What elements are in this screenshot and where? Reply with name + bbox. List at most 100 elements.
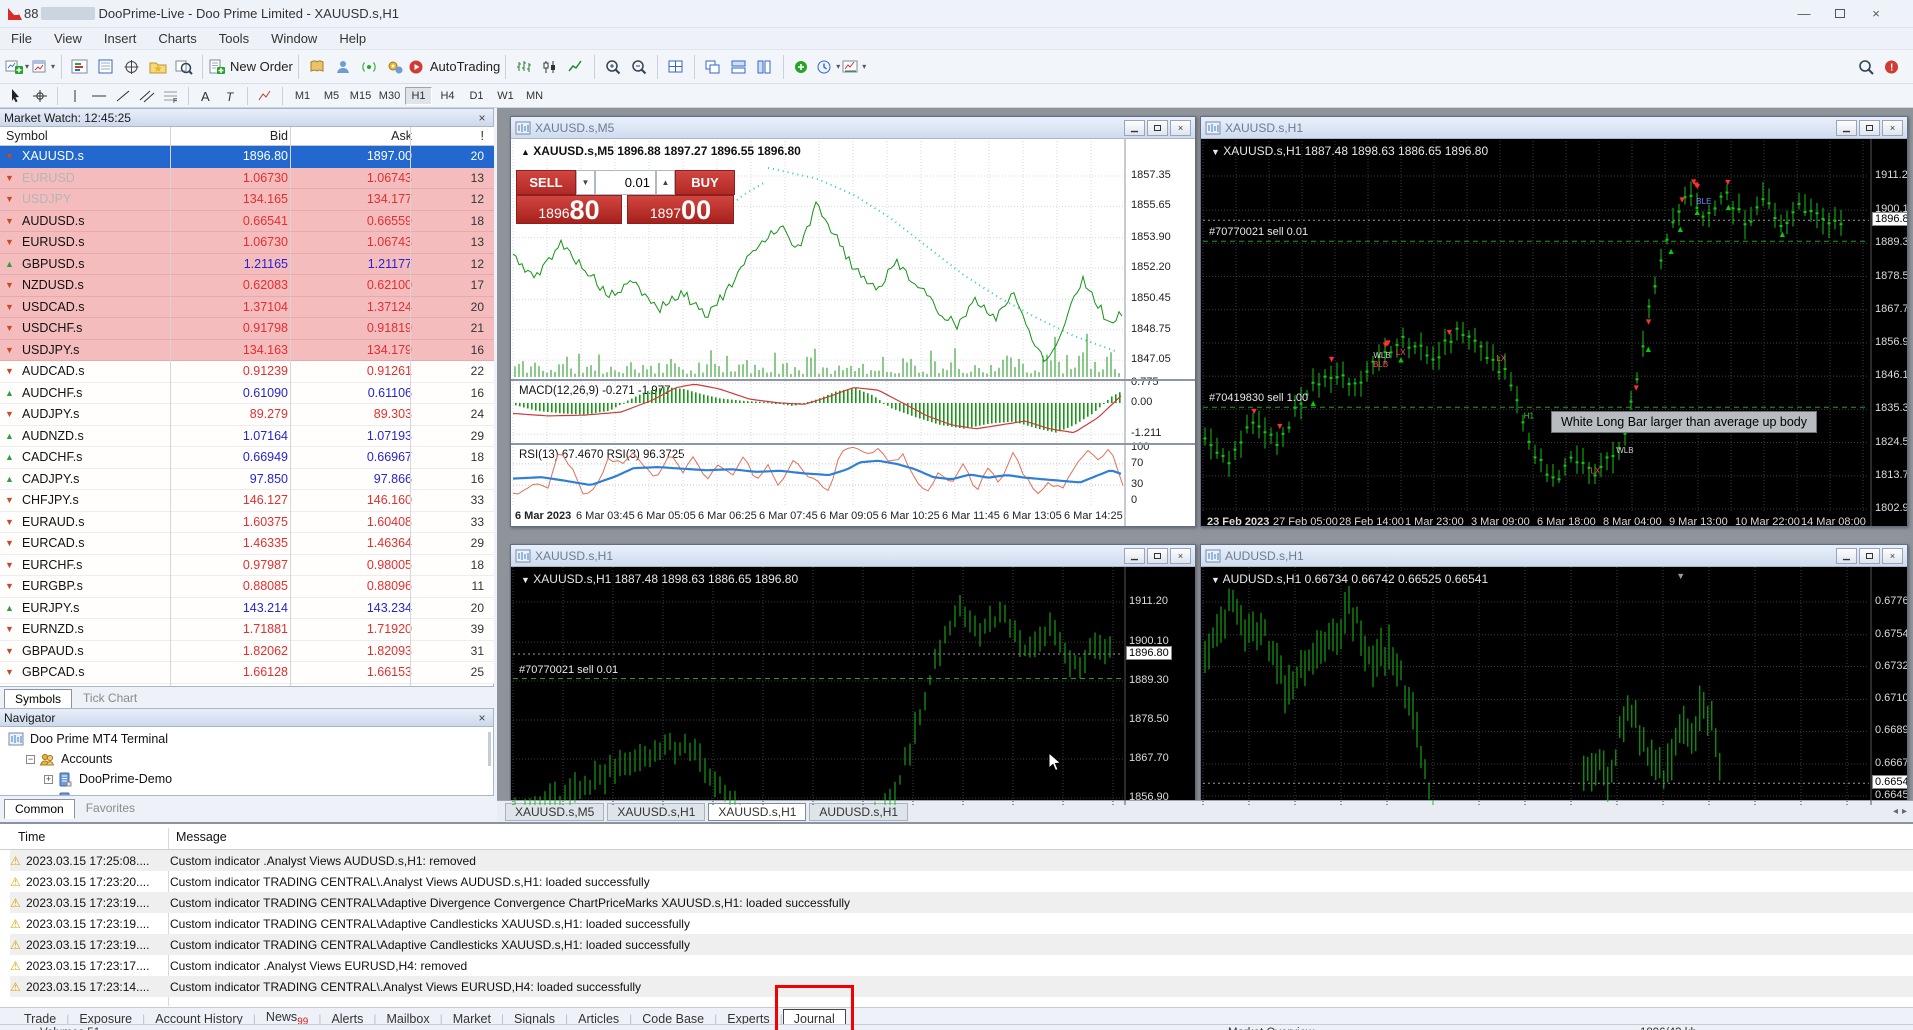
buy-button[interactable]: BUY [675, 170, 735, 195]
toolbar-new-chart[interactable]: ▾ [4, 53, 30, 81]
timeframe-mn[interactable]: MN [521, 87, 548, 105]
chart-window-xauusd-h1-top[interactable]: XAUUSD.s,H1 ▁× ▼ XAUUSD.s,H1 1887.48 189… [1200, 116, 1908, 527]
tab-tick-chart[interactable]: Tick Chart [72, 688, 148, 708]
symbol-row-gbpcad.s[interactable]: ▼GBPCAD.s1.661281.6615325 [0, 662, 494, 684]
toolbar-cascade[interactable] [700, 53, 726, 81]
chart-close-button[interactable]: × [1882, 548, 1903, 564]
toolbar-autotrading[interactable]: AutoTrading [408, 53, 500, 81]
nav-item-doo-prime-mt4-terminal[interactable]: Doo Prime MT4 Terminal [8, 729, 168, 749]
timeframe-h4[interactable]: H4 [434, 87, 461, 105]
chart-plot-area[interactable]: ▼ XAUUSD.s,H1 1887.48 1898.63 1886.65 18… [1201, 139, 1907, 526]
toolbar-chart-bars[interactable] [511, 53, 537, 81]
menu-help[interactable]: Help [328, 29, 377, 48]
chart-window-titlebar[interactable]: XAUUSD.s,H1 ▁× [511, 545, 1195, 567]
symbol-row-usdjpy[interactable]: ▼USDJPY134.165134.17712 [0, 189, 494, 211]
tool-text[interactable]: A [194, 86, 218, 106]
expand-icon[interactable]: + [44, 775, 53, 784]
symbol-row-nzdusd.s[interactable]: ▼NZDUSD.s0.620830.6210017 [0, 275, 494, 297]
menu-charts[interactable]: Charts [147, 29, 207, 48]
symbol-row-eurchf.s[interactable]: ▼EURCHF.s0.979870.9800518 [0, 555, 494, 577]
chart-window-titlebar[interactable]: XAUUSD.s,H1 ▁× [1201, 117, 1907, 139]
column-header-bid[interactable]: Bid [270, 129, 288, 143]
column-header-message[interactable]: Message [176, 830, 227, 844]
toolbar-indicators[interactable] [789, 53, 815, 81]
chart-restore-button[interactable] [1147, 120, 1168, 136]
chart-tab-0-xauusd-s-m5[interactable]: XAUUSD.s,M5 [505, 803, 604, 821]
toolbar-expert-advisors[interactable] [304, 53, 330, 81]
order-line-label[interactable]: #70770021 sell 0.01 [519, 664, 618, 676]
toolbar-options[interactable] [382, 53, 408, 81]
tool-cursor[interactable] [4, 86, 28, 106]
chart-tab-2-xauusd-s-h1[interactable]: XAUUSD.s,H1 [708, 803, 806, 821]
symbol-row-eurgbp.s[interactable]: ▼EURGBP.s0.880850.8809611 [0, 576, 494, 598]
nav-item-accounts[interactable]: −Accounts [26, 749, 112, 769]
toolbar-metaeditor[interactable] [330, 53, 356, 81]
toolbar-signals[interactable] [356, 53, 382, 81]
symbol-row-eurusd[interactable]: ▼EURUSD1.067301.0674313 [0, 168, 494, 190]
chart-minimize-button[interactable]: ▁ [1836, 120, 1857, 136]
symbol-row-eurcad.s[interactable]: ▼EURCAD.s1.463351.4636429 [0, 533, 494, 555]
chart-plot-area[interactable]: ▼ AUDUSD.s,H1 0.66734 0.66742 0.66525 0.… [1201, 567, 1907, 805]
window-minimize-button[interactable]: — [1787, 2, 1821, 24]
chart-plot-area[interactable]: ▼ XAUUSD.s,H1 1887.48 1898.63 1886.65 18… [511, 567, 1195, 805]
symbol-row-cadjpy.s[interactable]: ▲CADJPY.s97.85097.86616 [0, 469, 494, 491]
templates-caret[interactable]: ▾ [862, 62, 866, 71]
lot-spinner[interactable]: ▲ [656, 170, 675, 195]
symbol-row-xauusd.s[interactable]: ▼XAUUSD.s1896.801897.0020 [0, 146, 494, 168]
lot-size-field[interactable]: 0.01 [595, 170, 656, 195]
chart-tab-1-xauusd-s-h1[interactable]: XAUUSD.s,H1 [607, 803, 705, 821]
toolbar-search[interactable] [1853, 53, 1879, 81]
symbol-row-audnzd.s[interactable]: ▲AUDNZD.s1.071641.0719329 [0, 426, 494, 448]
sell-button[interactable]: SELL [516, 170, 576, 195]
tab-common[interactable]: Common [4, 799, 75, 819]
chart-restore-button[interactable] [1859, 548, 1880, 564]
profiles-caret[interactable]: ▾ [51, 62, 55, 71]
order-line-label[interactable]: #70770021 sell 0.01 [1209, 226, 1308, 238]
new-chart-caret[interactable]: ▾ [25, 62, 29, 71]
chart-close-button[interactable]: × [1882, 120, 1903, 136]
menu-insert[interactable]: Insert [93, 29, 148, 48]
timeframe-m5[interactable]: M5 [318, 87, 345, 105]
symbol-row-cadchf.s[interactable]: ▲CADCHF.s0.669490.6696718 [0, 447, 494, 469]
toolbar-tile-windows[interactable] [663, 53, 689, 81]
tool-shapes[interactable] [253, 86, 277, 106]
symbol-row-usdcad.s[interactable]: ▼USDCAD.s1.371041.3712420 [0, 297, 494, 319]
toolbar-strategy-tester[interactable] [171, 53, 197, 81]
symbol-row-chfjpy.s[interactable]: ▼CHFJPY.s146.127146.16033 [0, 490, 494, 512]
chart-close-button[interactable]: × [1170, 548, 1191, 564]
lot-dropdown-caret[interactable]: ▼ [576, 170, 595, 195]
menu-window[interactable]: Window [260, 29, 328, 48]
column-header-time[interactable]: Time [18, 830, 45, 844]
chart-tab-3-audusd-s-h1[interactable]: AUDUSD.s,H1 [809, 803, 908, 821]
column-header-symbol[interactable]: Symbol [6, 129, 48, 143]
navigator-close-icon[interactable]: × [475, 711, 489, 725]
symbol-row-audjpy.s[interactable]: ▼AUDJPY.s89.27989.30324 [0, 404, 494, 426]
tab-favorites[interactable]: Favorites [75, 798, 146, 818]
toolbar-chart-line[interactable] [563, 53, 589, 81]
chart-window-titlebar[interactable]: AUDUSD.s,H1 ▁× [1201, 545, 1907, 567]
chart-restore-button[interactable] [1859, 120, 1880, 136]
toolbar-help[interactable]: ! [1879, 53, 1905, 81]
toolbar-chart-candles[interactable] [537, 53, 563, 81]
chart-window-audusd-h1[interactable]: AUDUSD.s,H1 ▁× ▼ AUDUSD.s,H1 0.66734 0.6… [1200, 544, 1908, 806]
chart-restore-button[interactable] [1147, 548, 1168, 564]
symbol-row-eurnzd.s[interactable]: ▼EURNZD.s1.718811.7192039 [0, 619, 494, 641]
tool-fibonacci[interactable]: F [159, 86, 183, 106]
timeframe-h1[interactable]: H1 [405, 87, 432, 105]
chart-window-xauusd-h1-bottom[interactable]: XAUUSD.s,H1 ▁× ▼ XAUUSD.s,H1 1887.48 189… [510, 544, 1196, 806]
symbol-row-audusd.s[interactable]: ▼AUDUSD.s0.665410.6655918 [0, 211, 494, 233]
timeframe-w1[interactable]: W1 [492, 87, 519, 105]
buy-price[interactable]: 189700 [627, 195, 734, 224]
toolbar-terminal[interactable] [145, 53, 171, 81]
column-header-alert[interactable]: ! [481, 129, 484, 143]
periods-caret[interactable]: ▾ [836, 62, 840, 71]
chart-minimize-button[interactable]: ▁ [1836, 548, 1857, 564]
symbol-row-gbpaud.s[interactable]: ▼GBPAUD.s1.820621.8209331 [0, 641, 494, 663]
tool-crosshair[interactable] [28, 86, 52, 106]
column-header-ask[interactable]: Ask [391, 129, 412, 143]
tool-label[interactable]: T [218, 86, 242, 106]
symbol-row-audcad.s[interactable]: ▼AUDCAD.s0.912390.9126122 [0, 361, 494, 383]
toolbar-tile-horizontal[interactable] [726, 53, 752, 81]
window-close-button[interactable]: × [1859, 2, 1893, 24]
toolbar-zoom-out[interactable] [626, 53, 652, 81]
